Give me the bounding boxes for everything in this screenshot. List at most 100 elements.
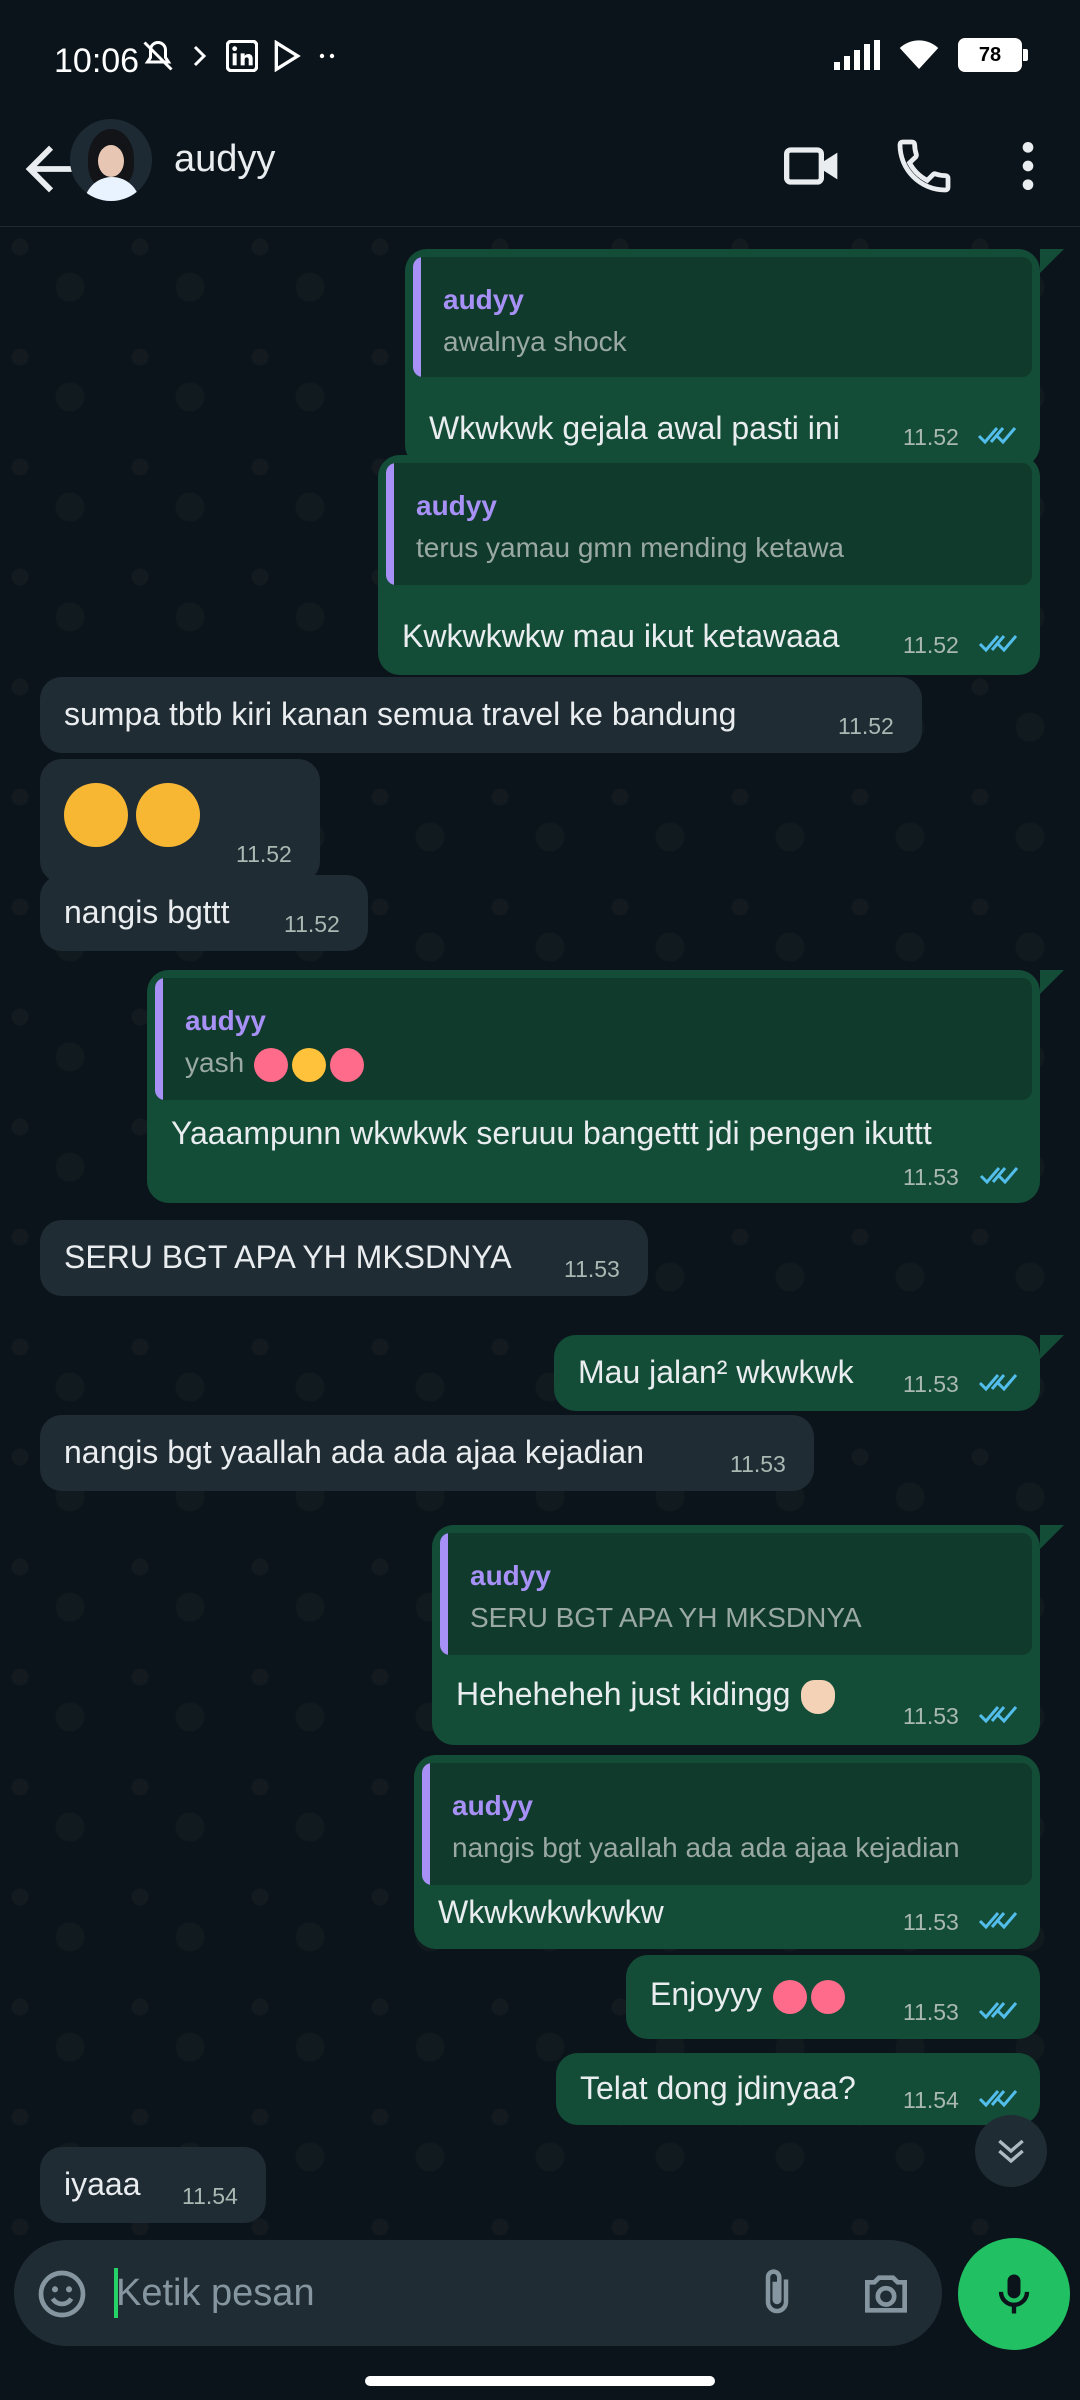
quoted-text: nangis bgt yaallah ada ada ajaa kejadian	[452, 1832, 960, 1863]
camera-icon[interactable]	[858, 2266, 914, 2322]
message-composer: Ketik pesan	[0, 2238, 1080, 2350]
message-bubble-outgoing[interactable]: audyy SERU BGT APA YH MKSDNYA Heheheheh …	[432, 1525, 1040, 1745]
mic-icon	[998, 2274, 1030, 2314]
attach-icon[interactable]	[750, 2266, 804, 2320]
contact-name[interactable]: audyy	[174, 138, 275, 181]
double-check-icon	[979, 1167, 1019, 1185]
status-bar: 10:06 78	[0, 0, 1080, 116]
sticker-icon[interactable]	[34, 2266, 90, 2322]
quoted-author: audyy	[443, 284, 524, 315]
message-bubble-outgoing[interactable]: Telat dong jdinyaa? 11.54	[556, 2053, 1040, 2125]
message-text: Kwkwkwkw mau ikut ketawaaa	[402, 618, 840, 654]
victory-hand-emoji	[801, 1679, 836, 1714]
avatar[interactable]	[70, 119, 152, 201]
message-time: 11.53	[564, 1256, 620, 1282]
double-check-icon	[978, 1706, 1018, 1724]
message-bubble-incoming[interactable]: sumpa tbtb kiri kanan semua travel ke ba…	[40, 677, 922, 753]
quoted-author: audyy	[470, 1560, 551, 1591]
more-vert-icon[interactable]	[996, 134, 1060, 198]
message-time: 11.54	[903, 2087, 959, 2113]
system-icons: 78	[834, 38, 1028, 72]
phone-icon[interactable]	[892, 134, 956, 198]
smiling-hearts-emoji	[253, 1047, 288, 1082]
quoted-message[interactable]: audyy SERU BGT APA YH MKSDNYA	[440, 1533, 1032, 1655]
battery-indicator: 78	[958, 38, 1028, 72]
message-text: Enjoyyy	[650, 1975, 847, 2014]
smiling-hearts-emoji	[810, 1979, 845, 2014]
message-bubble-incoming[interactable]: iyaaa 11.54	[40, 2147, 266, 2223]
message-text: nangis bgt yaallah ada ada ajaa kejadian	[64, 1434, 645, 1470]
video-call-icon[interactable]	[780, 134, 844, 198]
heart-eyes-emoji	[329, 1047, 364, 1082]
message-text: nangis bgttt	[64, 894, 230, 930]
tired-face-emoji	[136, 783, 200, 847]
double-check-icon	[978, 2002, 1018, 2020]
quoted-message[interactable]: audyy terus yamau gmn mending ketawa	[386, 463, 1032, 585]
signal-icon	[834, 40, 880, 70]
message-time: 11.53	[903, 1164, 959, 1190]
message-time: 11.52	[284, 911, 340, 937]
message-time: 11.52	[903, 424, 959, 450]
quoted-text: SERU BGT APA YH MKSDNYA	[470, 1602, 862, 1633]
message-time: 11.53	[730, 1451, 786, 1477]
quoted-message[interactable]: audyy yash	[155, 978, 1032, 1100]
message-time: 11.52	[838, 713, 894, 739]
quoted-author: audyy	[185, 1005, 266, 1036]
blushing-smile-emoji	[291, 1047, 326, 1082]
quoted-message[interactable]: audyy nangis bgt yaallah ada ada ajaa ke…	[422, 1763, 1032, 1885]
message-time: 11.52	[903, 632, 959, 658]
quoted-text: yash	[185, 1046, 366, 1082]
message-time: 11.53	[903, 1999, 959, 2025]
message-time: 11.53	[903, 1371, 959, 1397]
voice-record-button[interactable]	[958, 2238, 1070, 2350]
chevron-down-icon	[998, 2139, 1024, 2164]
message-bubble-outgoing[interactable]: Mau jalan² wkwkwk 11.53	[554, 1335, 1040, 1411]
linkedin-icon	[226, 40, 258, 72]
quoted-author: audyy	[452, 1790, 533, 1821]
double-check-icon	[978, 1912, 1018, 1930]
wifi-icon	[899, 40, 939, 69]
chat-area[interactable]: audyy awalnya shock Wkwkwk gejala awal p…	[0, 227, 1080, 2239]
message-bubble-incoming[interactable]: SERU BGT APA YH MKSDNYA 11.53	[40, 1220, 648, 1296]
notification-icons	[140, 38, 340, 74]
status-time: 10:06	[54, 42, 140, 80]
message-bubble-outgoing[interactable]: audyy yash Yaaampunn wkwkwk seruuu bange…	[147, 970, 1040, 1203]
double-check-icon	[978, 1374, 1018, 1392]
tired-face-emoji	[64, 783, 128, 847]
quoted-text: terus yamau gmn mending ketawa	[416, 532, 844, 563]
message-text: Wkwkwk gejala awal pasti ini	[429, 410, 840, 446]
message-time: 11.52	[236, 841, 292, 867]
nfc-icon	[193, 45, 207, 67]
more-notifications-icon	[319, 53, 335, 59]
mute-bell-icon	[143, 40, 173, 71]
message-text: Telat dong jdinyaa?	[580, 2070, 856, 2106]
message-bubble-outgoing[interactable]: Enjoyyy 11.53	[626, 1955, 1040, 2039]
play-store-icon	[274, 40, 301, 72]
quoted-text: awalnya shock	[443, 326, 627, 357]
message-bubble-incoming[interactable]: nangis bgttt 11.52	[40, 875, 368, 951]
message-text: sumpa tbtb kiri kanan semua travel ke ba…	[64, 696, 737, 732]
double-check-icon	[978, 2090, 1018, 2108]
message-input[interactable]: Ketik pesan	[14, 2240, 942, 2346]
quoted-author: audyy	[416, 490, 497, 521]
message-placeholder: Ketik pesan	[116, 2272, 315, 2314]
message-time: 11.53	[903, 1909, 959, 1935]
chat-header: audyy	[0, 116, 1080, 227]
home-indicator[interactable]	[365, 2376, 715, 2386]
message-text: iyaaa	[64, 2166, 141, 2202]
message-text: Heheheheh just kidingg	[456, 1675, 837, 1714]
scroll-to-bottom-button[interactable]	[975, 2115, 1047, 2187]
message-bubble-incoming[interactable]: nangis bgt yaallah ada ada ajaa kejadian…	[40, 1415, 814, 1491]
message-text: SERU BGT APA YH MKSDNYA	[64, 1239, 512, 1275]
message-bubble-outgoing[interactable]: audyy terus yamau gmn mending ketawa Kwk…	[378, 455, 1040, 675]
message-text: Wkwkwkwkwkw	[438, 1894, 664, 1930]
double-check-icon	[977, 427, 1017, 445]
message-time: 11.53	[903, 1703, 959, 1729]
message-bubble-incoming[interactable]: 11.52	[40, 759, 320, 883]
quoted-message[interactable]: audyy awalnya shock	[413, 257, 1032, 377]
message-bubble-outgoing[interactable]: audyy nangis bgt yaallah ada ada ajaa ke…	[414, 1755, 1040, 1949]
smiling-hearts-emoji	[772, 1979, 807, 2014]
message-time: 11.54	[182, 2183, 238, 2209]
message-text: Mau jalan² wkwkwk	[578, 1354, 854, 1390]
message-bubble-outgoing[interactable]: audyy awalnya shock Wkwkwk gejala awal p…	[405, 249, 1040, 467]
